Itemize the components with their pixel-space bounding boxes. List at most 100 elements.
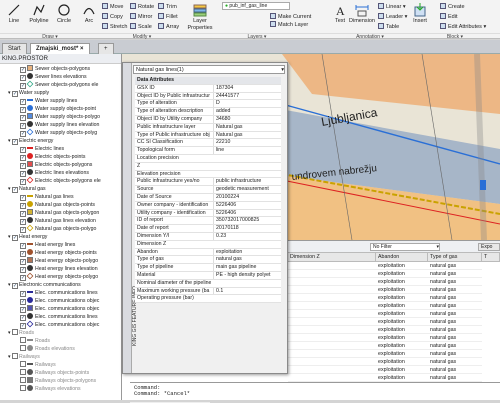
property-row[interactable]: Maximum working pressure (ba 0.1 xyxy=(135,287,281,296)
layer-tree-item[interactable]: ▾ ✓ Natural gas xyxy=(8,185,46,193)
grid-cell[interactable]: exploitation xyxy=(376,334,428,342)
layer-visibility-checkbox[interactable]: ✓ xyxy=(12,283,19,289)
grid-cell[interactable]: natural gas xyxy=(428,286,482,294)
grid-cell[interactable]: natural gas xyxy=(428,302,482,310)
property-row[interactable]: Public infrastructure layer Natural gas xyxy=(135,123,281,132)
property-row[interactable]: Type of alteration D xyxy=(135,100,281,109)
tab-start[interactable]: Start xyxy=(2,43,27,54)
grid-column-header[interactable]: Type of gas xyxy=(428,253,482,262)
layer-tree-item[interactable]: ✓ Water supply objects-point xyxy=(20,105,96,113)
grid-cell[interactable]: exploitation xyxy=(376,358,428,366)
grid-cell[interactable] xyxy=(288,342,376,350)
grid-cell[interactable]: natural gas xyxy=(428,374,482,382)
grid-cell[interactable] xyxy=(288,326,376,334)
layer-tree-item[interactable]: ▾ ✓ Water supply xyxy=(8,89,49,97)
layer-tree-item[interactable]: ✓ Elec. communications objec xyxy=(20,305,99,313)
layer-tree-item[interactable]: ✓ Electric objects-polygons ele xyxy=(20,176,101,185)
grid-cell[interactable] xyxy=(288,350,376,358)
match-layer-button[interactable]: Match Layer xyxy=(270,21,308,29)
grid-cell[interactable] xyxy=(288,270,376,278)
edit-attributes-button[interactable]: Edit Attributes ▾ xyxy=(440,23,486,31)
layer-tree-item[interactable]: ✓ Natural gas objects-polygo xyxy=(20,224,96,233)
property-row[interactable]: Operating pressure (bar) xyxy=(135,295,281,304)
dimension-button[interactable]: Dimension xyxy=(348,3,376,25)
layer-visibility-checkbox[interactable] xyxy=(20,337,26,343)
property-row[interactable]: Type of Public infrastructure obj Natural… xyxy=(135,131,281,140)
grid-cell[interactable] xyxy=(288,302,376,310)
grid-cell[interactable] xyxy=(288,374,376,382)
grid-cell[interactable]: exploitation xyxy=(376,318,428,326)
property-row[interactable]: CC SI Classification 22210 xyxy=(135,139,281,148)
array-button[interactable]: Array xyxy=(158,23,179,31)
layer-tree-item[interactable]: ✓ Heat energy lines xyxy=(20,241,75,249)
filter-select[interactable]: No Filter ▾ xyxy=(370,243,440,251)
property-value[interactable]: PE - high density polyet xyxy=(213,272,279,279)
grid-cell[interactable]: exploitation xyxy=(376,262,428,270)
tab-new[interactable]: + xyxy=(98,43,114,54)
rotate-button[interactable]: Rotate xyxy=(130,3,154,11)
property-value[interactable]: 0.23 xyxy=(213,233,279,240)
layer-tree-item[interactable]: ✓ Water supply lines xyxy=(20,97,77,105)
property-row[interactable]: Utility company - identification 5226406 xyxy=(135,209,281,218)
linear-button[interactable]: Linear ▾ xyxy=(378,3,406,11)
section-draw[interactable]: Draw ▾ xyxy=(0,33,100,40)
layer-tree-item[interactable]: ✓ Heat energy lines elevation xyxy=(20,265,98,273)
grid-cell[interactable]: natural gas xyxy=(428,262,482,270)
property-row[interactable]: Z xyxy=(135,162,281,171)
circle-button[interactable]: Circle xyxy=(52,3,76,25)
grid-column-header[interactable]: T xyxy=(482,253,500,262)
grid-cell[interactable]: exploitation xyxy=(376,366,428,374)
grid-column-header[interactable]: Abandon xyxy=(376,253,428,262)
layer-tree-item[interactable]: ✓ Natural gas lines elevation xyxy=(20,217,96,225)
property-value[interactable]: 20170118 xyxy=(213,225,279,233)
property-value[interactable]: 187304 xyxy=(213,84,279,92)
layer-tree-item[interactable]: Railways xyxy=(20,361,56,369)
property-row[interactable]: Dimension Y/I 0.23 xyxy=(135,233,281,241)
layer-combo[interactable]: ● pub_inf_gas_line xyxy=(222,2,290,10)
property-value[interactable]: 24441577 xyxy=(213,92,279,100)
grid-cell[interactable]: exploitation xyxy=(376,350,428,358)
layer-tree-item[interactable]: ✓ Natural gas objects-points xyxy=(20,201,95,209)
layer-tree-item[interactable]: ▾ ✓ Electric energy xyxy=(8,137,53,145)
layer-tree-item[interactable]: ✓ Sewer objects-polygons ele xyxy=(20,80,98,89)
grid-cell[interactable]: natural gas xyxy=(428,366,482,374)
layer-visibility-checkbox[interactable] xyxy=(12,353,19,359)
grid-cell[interactable] xyxy=(288,278,376,286)
property-value[interactable]: 5226406 xyxy=(213,209,279,217)
property-value[interactable]: Natural gas xyxy=(213,123,279,131)
layer-tree-item[interactable]: ▾ Railways xyxy=(8,353,40,361)
create-button[interactable]: Create xyxy=(440,3,465,11)
feature-select[interactable]: Natural gas lines(1) ▾ xyxy=(133,65,285,74)
property-row[interactable]: Type of pipeline main gas pipeline xyxy=(135,264,281,272)
text-button[interactable]: A Text xyxy=(332,3,348,25)
arc-button[interactable]: Arc xyxy=(77,3,101,25)
property-row[interactable]: Topological form line xyxy=(135,147,281,155)
grid-cell[interactable]: natural gas xyxy=(428,334,482,342)
grid-cell[interactable] xyxy=(288,286,376,294)
property-value[interactable]: added xyxy=(213,108,279,116)
layer-tree-item[interactable]: ▾ Roads xyxy=(8,329,34,337)
property-row[interactable]: Material PE - high density polyet xyxy=(135,272,281,280)
grid-cell[interactable]: natural gas xyxy=(428,358,482,366)
property-value[interactable]: 20100224 xyxy=(213,194,279,201)
layer-tree-item[interactable]: Railways objects-polygons xyxy=(20,377,96,385)
layer-tree-item[interactable]: ✓ Elec. communications lines xyxy=(20,313,98,321)
grid-cell[interactable]: exploitation xyxy=(376,278,428,286)
grid-cell[interactable]: exploitation xyxy=(376,302,428,310)
section-modify[interactable]: Modify ▾ xyxy=(100,33,184,40)
grid-cell[interactable]: natural gas xyxy=(428,318,482,326)
property-row[interactable]: Abandon exploitation xyxy=(135,248,281,257)
property-row[interactable]: Date of Source 20100224 xyxy=(135,194,281,202)
layer-tree-item[interactable]: ✓ Heat energy objects-points xyxy=(20,249,97,257)
fillet-button[interactable]: Fillet xyxy=(158,13,178,21)
property-row[interactable]: Dimension Z xyxy=(135,240,281,249)
layer-visibility-checkbox[interactable] xyxy=(12,329,19,335)
layer-visibility-checkbox[interactable] xyxy=(20,385,26,391)
property-value[interactable]: main gas pipeline xyxy=(213,264,279,272)
export-button[interactable]: Expo xyxy=(478,243,500,251)
layer-tree-item[interactable]: ✓ Water supply objects-polygo xyxy=(20,113,100,121)
layer-tree-item[interactable]: ✓ Elec. communications objec xyxy=(20,320,99,329)
insert-button[interactable]: Insert xyxy=(412,3,428,25)
property-row[interactable]: Type of alteration description added xyxy=(135,108,281,116)
mirror-button[interactable]: Mirror xyxy=(130,13,152,21)
